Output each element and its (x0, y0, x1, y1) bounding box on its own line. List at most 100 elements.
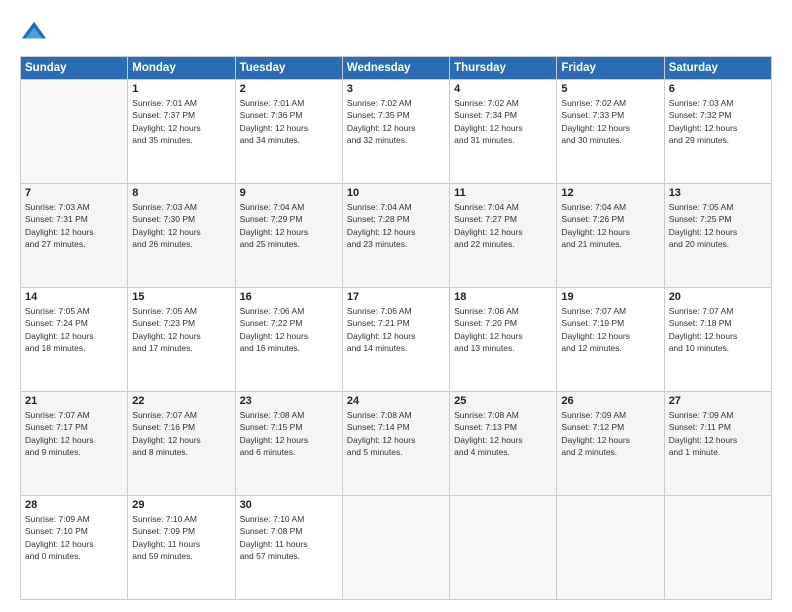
day-info: Sunrise: 7:08 AM Sunset: 7:14 PM Dayligh… (347, 409, 445, 458)
day-number: 29 (132, 499, 230, 511)
day-info: Sunrise: 7:03 AM Sunset: 7:31 PM Dayligh… (25, 201, 123, 250)
calendar-cell: 19 Sunrise: 7:07 AM Sunset: 7:19 PM Dayli… (557, 288, 664, 392)
calendar-cell: 21 Sunrise: 7:07 AM Sunset: 7:17 PM Dayli… (21, 392, 128, 496)
day-number: 23 (240, 395, 338, 407)
weekday-header-tuesday: Tuesday (235, 57, 342, 80)
weekday-header-monday: Monday (128, 57, 235, 80)
calendar-cell (450, 496, 557, 600)
calendar-cell: 1Sunrise: 7:01 AM Sunset: 7:37 PM Daylig… (128, 80, 235, 184)
day-info: Sunrise: 7:04 AM Sunset: 7:27 PM Dayligh… (454, 201, 552, 250)
page-header (20, 18, 772, 46)
day-info: Sunrise: 7:10 AM Sunset: 7:09 PM Dayligh… (132, 513, 230, 562)
day-number: 28 (25, 499, 123, 511)
day-number: 12 (561, 187, 659, 199)
calendar-cell: 16 Sunrise: 7:06 AM Sunset: 7:22 PM Dayli… (235, 288, 342, 392)
calendar-cell: 4 Sunrise: 7:02 AM Sunset: 7:34 PM Daylig… (450, 80, 557, 184)
calendar-cell: 23 Sunrise: 7:08 AM Sunset: 7:15 PM Dayli… (235, 392, 342, 496)
day-info: Sunrise: 7:06 AM Sunset: 7:20 PM Dayligh… (454, 305, 552, 354)
calendar-week-row: 28 Sunrise: 7:09 AM Sunset: 7:10 PM Dayli… (21, 496, 772, 600)
day-number: 21 (25, 395, 123, 407)
calendar-week-row: 7 Sunrise: 7:03 AM Sunset: 7:31 PM Daylig… (21, 184, 772, 288)
day-number: 9 (240, 187, 338, 199)
day-number: 17 (347, 291, 445, 303)
day-info: Sunrise: 7:09 AM Sunset: 7:10 PM Dayligh… (25, 513, 123, 562)
day-number: 8 (132, 187, 230, 199)
day-number: 11 (454, 187, 552, 199)
day-info: Sunrise: 7:02 AM Sunset: 7:34 PM Dayligh… (454, 97, 552, 146)
calendar-week-row: 14 Sunrise: 7:05 AM Sunset: 7:24 PM Dayli… (21, 288, 772, 392)
calendar-cell (664, 496, 771, 600)
logo (20, 18, 52, 46)
day-number: 22 (132, 395, 230, 407)
day-info: Sunrise: 7:01 AM Sunset: 7:36 PM Dayligh… (240, 97, 338, 146)
calendar-cell: 24Sunrise: 7:08 AM Sunset: 7:14 PM Dayli… (342, 392, 449, 496)
day-number: 4 (454, 83, 552, 95)
day-number: 25 (454, 395, 552, 407)
day-number: 10 (347, 187, 445, 199)
day-number: 13 (669, 187, 767, 199)
calendar-cell: 9 Sunrise: 7:04 AM Sunset: 7:29 PM Daylig… (235, 184, 342, 288)
day-info: Sunrise: 7:07 AM Sunset: 7:17 PM Dayligh… (25, 409, 123, 458)
day-number: 3 (347, 83, 445, 95)
calendar-cell: 12 Sunrise: 7:04 AM Sunset: 7:26 PM Dayli… (557, 184, 664, 288)
calendar-week-row: 1Sunrise: 7:01 AM Sunset: 7:37 PM Daylig… (21, 80, 772, 184)
day-info: Sunrise: 7:02 AM Sunset: 7:33 PM Dayligh… (561, 97, 659, 146)
day-number: 26 (561, 395, 659, 407)
calendar-cell: 6 Sunrise: 7:03 AM Sunset: 7:32 PM Daylig… (664, 80, 771, 184)
day-info: Sunrise: 7:06 AM Sunset: 7:21 PM Dayligh… (347, 305, 445, 354)
calendar-cell: 11 Sunrise: 7:04 AM Sunset: 7:27 PM Dayli… (450, 184, 557, 288)
day-number: 20 (669, 291, 767, 303)
calendar-cell: 3Sunrise: 7:02 AM Sunset: 7:35 PM Daylig… (342, 80, 449, 184)
day-number: 15 (132, 291, 230, 303)
weekday-header-row: SundayMondayTuesdayWednesdayThursdayFrid… (21, 57, 772, 80)
weekday-header-thursday: Thursday (450, 57, 557, 80)
day-info: Sunrise: 7:07 AM Sunset: 7:16 PM Dayligh… (132, 409, 230, 458)
day-info: Sunrise: 7:06 AM Sunset: 7:22 PM Dayligh… (240, 305, 338, 354)
day-info: Sunrise: 7:04 AM Sunset: 7:29 PM Dayligh… (240, 201, 338, 250)
day-number: 19 (561, 291, 659, 303)
calendar-cell: 28 Sunrise: 7:09 AM Sunset: 7:10 PM Dayli… (21, 496, 128, 600)
day-number: 5 (561, 83, 659, 95)
calendar-cell: 10 Sunrise: 7:04 AM Sunset: 7:28 PM Dayli… (342, 184, 449, 288)
weekday-header-saturday: Saturday (664, 57, 771, 80)
day-number: 2 (240, 83, 338, 95)
day-info: Sunrise: 7:03 AM Sunset: 7:30 PM Dayligh… (132, 201, 230, 250)
calendar-cell: 22 Sunrise: 7:07 AM Sunset: 7:16 PM Dayli… (128, 392, 235, 496)
weekday-header-wednesday: Wednesday (342, 57, 449, 80)
day-number: 6 (669, 83, 767, 95)
day-info: Sunrise: 7:04 AM Sunset: 7:28 PM Dayligh… (347, 201, 445, 250)
day-info: Sunrise: 7:07 AM Sunset: 7:19 PM Dayligh… (561, 305, 659, 354)
weekday-header-sunday: Sunday (21, 57, 128, 80)
day-number: 14 (25, 291, 123, 303)
calendar-week-row: 21 Sunrise: 7:07 AM Sunset: 7:17 PM Dayli… (21, 392, 772, 496)
day-number: 7 (25, 187, 123, 199)
calendar-cell: 20Sunrise: 7:07 AM Sunset: 7:18 PM Dayli… (664, 288, 771, 392)
day-number: 16 (240, 291, 338, 303)
day-info: Sunrise: 7:05 AM Sunset: 7:24 PM Dayligh… (25, 305, 123, 354)
calendar-cell: 2 Sunrise: 7:01 AM Sunset: 7:36 PM Daylig… (235, 80, 342, 184)
day-number: 30 (240, 499, 338, 511)
day-info: Sunrise: 7:05 AM Sunset: 7:23 PM Dayligh… (132, 305, 230, 354)
calendar-cell (342, 496, 449, 600)
day-info: Sunrise: 7:05 AM Sunset: 7:25 PM Dayligh… (669, 201, 767, 250)
day-number: 27 (669, 395, 767, 407)
day-info: Sunrise: 7:09 AM Sunset: 7:12 PM Dayligh… (561, 409, 659, 458)
calendar-cell: 30 Sunrise: 7:10 AM Sunset: 7:08 PM Dayli… (235, 496, 342, 600)
logo-icon (20, 18, 48, 46)
calendar-cell: 5 Sunrise: 7:02 AM Sunset: 7:33 PM Daylig… (557, 80, 664, 184)
day-info: Sunrise: 7:03 AM Sunset: 7:32 PM Dayligh… (669, 97, 767, 146)
day-info: Sunrise: 7:10 AM Sunset: 7:08 PM Dayligh… (240, 513, 338, 562)
calendar-cell: 27Sunrise: 7:09 AM Sunset: 7:11 PM Dayli… (664, 392, 771, 496)
calendar-cell: 7 Sunrise: 7:03 AM Sunset: 7:31 PM Daylig… (21, 184, 128, 288)
day-info: Sunrise: 7:04 AM Sunset: 7:26 PM Dayligh… (561, 201, 659, 250)
calendar-cell: 26 Sunrise: 7:09 AM Sunset: 7:12 PM Dayli… (557, 392, 664, 496)
weekday-header-friday: Friday (557, 57, 664, 80)
calendar-cell (557, 496, 664, 600)
calendar-cell: 8 Sunrise: 7:03 AM Sunset: 7:30 PM Daylig… (128, 184, 235, 288)
calendar-cell: 25Sunrise: 7:08 AM Sunset: 7:13 PM Dayli… (450, 392, 557, 496)
calendar-cell (21, 80, 128, 184)
day-info: Sunrise: 7:01 AM Sunset: 7:37 PM Dayligh… (132, 97, 230, 146)
day-info: Sunrise: 7:08 AM Sunset: 7:15 PM Dayligh… (240, 409, 338, 458)
calendar-cell: 14 Sunrise: 7:05 AM Sunset: 7:24 PM Dayli… (21, 288, 128, 392)
calendar-cell: 17 Sunrise: 7:06 AM Sunset: 7:21 PM Dayli… (342, 288, 449, 392)
